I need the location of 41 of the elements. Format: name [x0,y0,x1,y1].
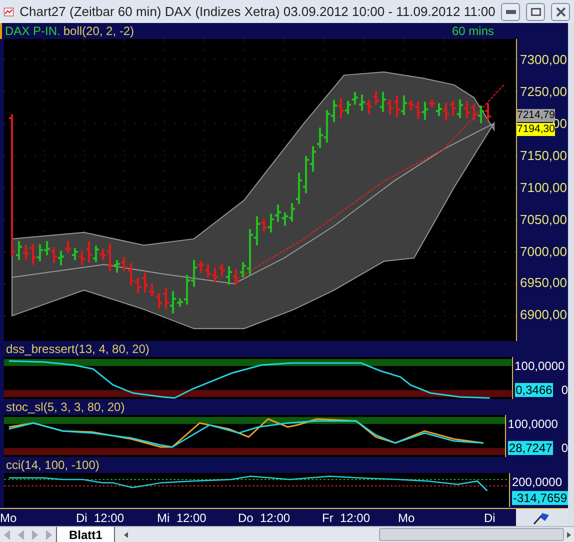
time-label: Di [484,510,496,527]
window-title: Chart27 (Zeitbar 60 min) DAX (Indizes Xetra) 03.09.2012 10:00 - 11.09.2012 11:00 [20,2,496,21]
maximize-button[interactable] [526,2,546,20]
price-marker: 7214,79 [517,109,555,122]
axis-label: 7300,00 [520,51,567,70]
sheet-tab[interactable]: Blatt1 [56,526,116,542]
time-label: Do 12:00 [238,510,290,527]
interval-label: 60 mins [452,25,494,37]
axis-label: 6900,00 [520,306,567,324]
time-label: Di 12:00 [76,510,124,527]
axis-label: 7250,00 [520,83,567,102]
instrument-label: DAX P-IN. [5,25,60,37]
axis-label: 7000,00 [520,242,567,261]
flag-icon [532,510,552,524]
axis-label: 0 [561,383,568,397]
time-label: Mo [0,510,17,527]
time-label: Mi 12:00 [157,510,206,527]
price-marker: 7194,30 [517,123,555,136]
axis-label: 100,0000 [508,417,559,431]
value-badge: 28,7247 [508,441,554,455]
axis-label: 0 [561,441,568,455]
time-label: Mo [398,510,415,527]
panel-title: stoc_sl(5, 3, 3, 80, 20) [6,401,125,413]
minimize-icon [506,10,516,14]
axis-label: 200,0000 [512,475,564,489]
axis-label: 6950,00 [520,274,567,292]
minimize-button[interactable] [501,2,520,20]
panel-title: cci(14, 100, -100) [6,459,100,471]
time-label: Fr 12:00 [322,510,370,527]
study-label: boll(20, 2, -2) [63,25,136,37]
scrollbar-thumb[interactable] [379,528,564,541]
panel-title: dss_bressert(13, 4, 80, 20) [6,343,150,355]
axis-label: 7100,00 [520,178,567,197]
value-badge: 0,3466 [514,383,554,397]
axis-label: 100,0000 [514,359,566,373]
maximize-icon [530,8,541,16]
value-badge: -314,7659 [512,491,568,505]
close-button[interactable] [551,2,570,20]
axis-label: 7050,00 [520,210,567,229]
axis-label: 7150,00 [520,146,567,165]
close-icon [556,6,566,16]
